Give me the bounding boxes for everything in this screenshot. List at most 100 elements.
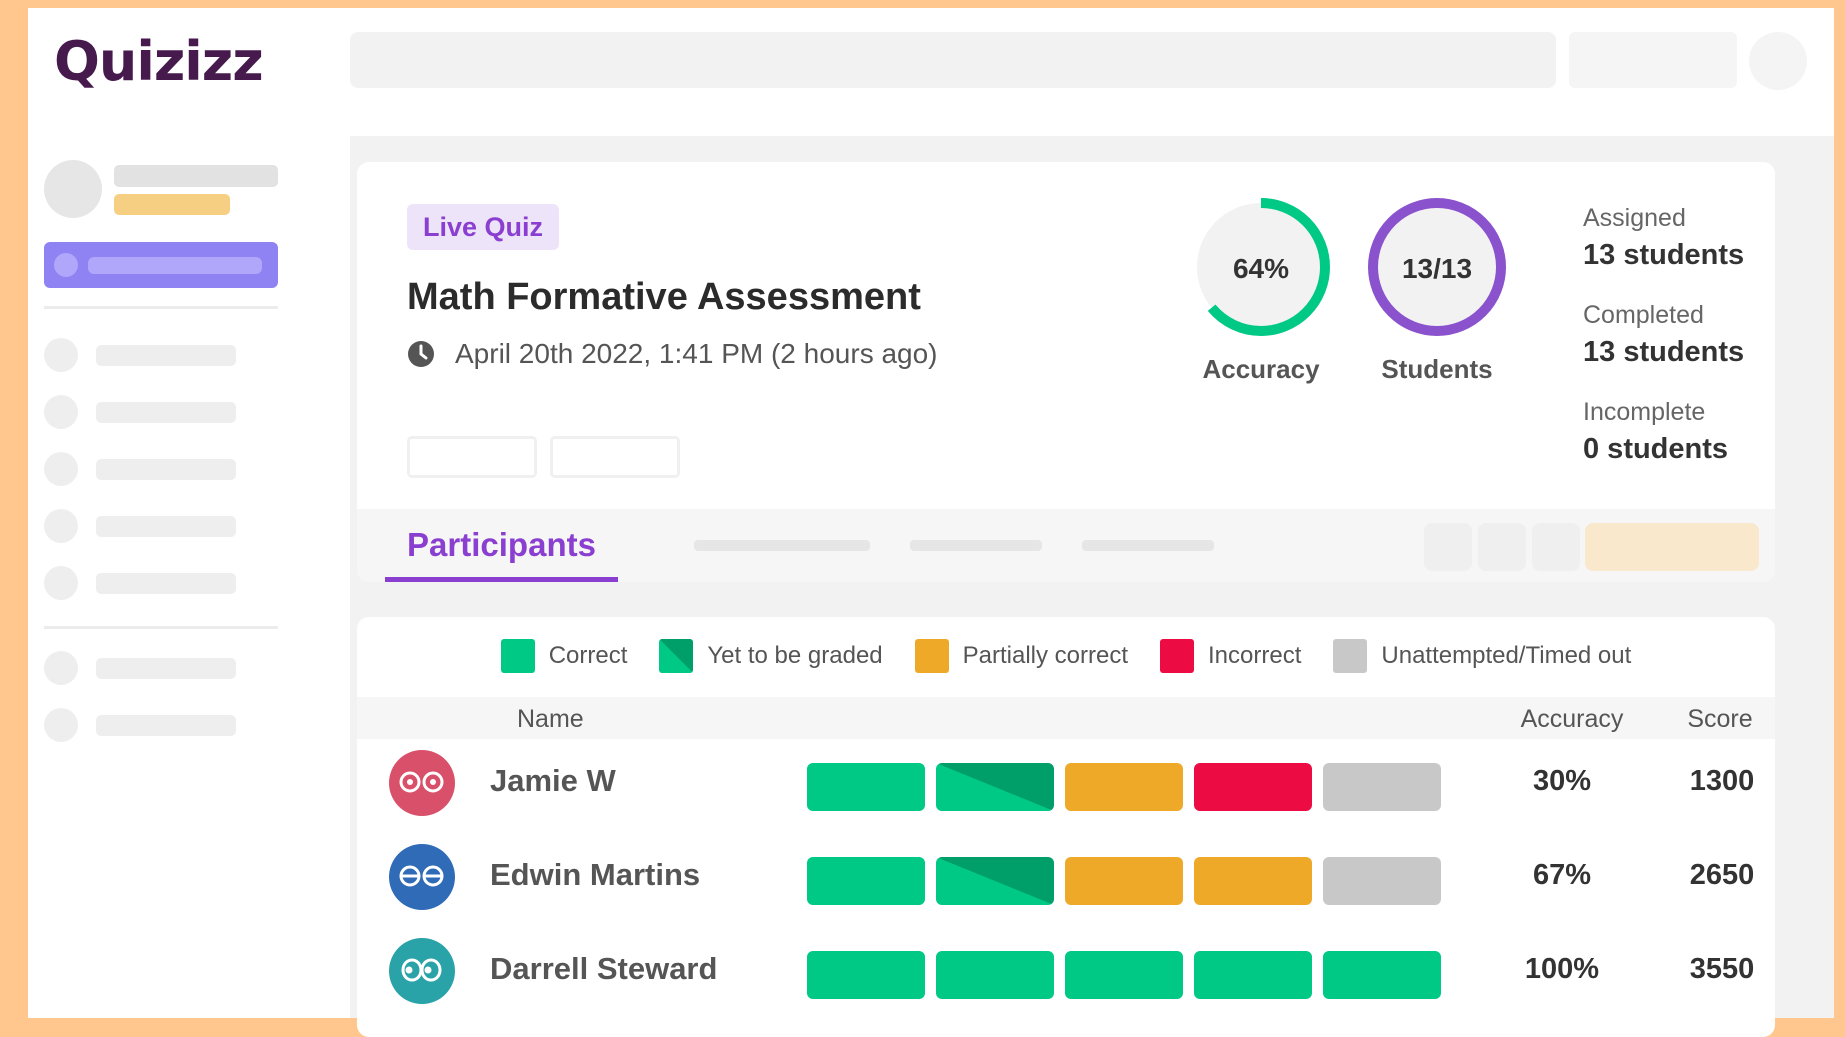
legend-swatch-unattempted	[1333, 639, 1368, 673]
response-block-partial[interactable]	[1194, 857, 1312, 905]
stat-label: Completed	[1583, 301, 1704, 329]
legend-label: Unattempted/Timed out	[1381, 642, 1632, 669]
eyes-round-icon	[389, 750, 455, 821]
response-block-correct[interactable]	[807, 951, 925, 999]
students-summary: 13/13 Students	[1362, 194, 1512, 385]
response-block-partial[interactable]	[1065, 763, 1183, 811]
response-block-unattempted[interactable]	[1323, 763, 1441, 811]
quiz-date: April 20th 2022, 1:41 PM (2 hours ago)	[407, 338, 938, 370]
participant-row[interactable]: Edwin Martins 67% 2650	[357, 839, 1775, 911]
top-action-button-placeholder[interactable]	[1569, 32, 1737, 88]
tab-placeholder[interactable]	[910, 540, 1042, 551]
accuracy-summary: 64% Accuracy	[1186, 194, 1336, 385]
response-blocks	[807, 763, 1452, 811]
response-block-correct[interactable]	[807, 857, 925, 905]
clock-icon	[408, 341, 434, 367]
user-avatar-placeholder[interactable]	[1749, 32, 1807, 90]
sidebar-divider	[44, 306, 278, 309]
sidebar-item-label-placeholder	[96, 402, 236, 423]
participant-accuracy: 100%	[1524, 953, 1600, 985]
response-block-partial[interactable]	[1065, 857, 1183, 905]
response-block-correct[interactable]	[936, 951, 1054, 999]
legend-item: Correct	[500, 639, 628, 673]
students-label: Students	[1381, 354, 1493, 384]
toolbar-button-placeholder[interactable]	[1478, 523, 1526, 571]
participant-name[interactable]: Jamie W	[490, 763, 616, 799]
sidebar-item[interactable]	[44, 651, 278, 685]
sidebar-item[interactable]	[44, 395, 278, 429]
sidebar-item-active[interactable]	[44, 242, 278, 288]
stat-label: Incomplete	[1583, 398, 1706, 426]
participant-row[interactable]: Darrell Steward 100% 3550	[357, 933, 1775, 1005]
sidebar-profile-avatar	[44, 160, 102, 218]
stat-value: 0 students	[1583, 433, 1729, 465]
sidebar-item[interactable]	[44, 566, 278, 600]
tab-placeholder[interactable]	[694, 540, 870, 551]
response-block-incorrect[interactable]	[1194, 763, 1312, 811]
students-ring: 13/13	[1368, 198, 1506, 336]
quiz-type-badge: Live Quiz	[407, 204, 560, 250]
sidebar-item[interactable]	[44, 452, 278, 486]
legend-item: Partially correct	[914, 639, 1129, 673]
participant-name[interactable]: Darrell Steward	[490, 951, 717, 987]
participant-row[interactable]: Jamie W 30% 1300	[357, 745, 1775, 817]
column-header-score[interactable]: Score	[1665, 705, 1775, 734]
legend-label: Partially correct	[962, 642, 1129, 669]
legend-swatch-graded	[659, 639, 694, 673]
quiz-date-text: April 20th 2022, 1:41 PM (2 hours ago)	[455, 338, 938, 369]
sidebar-divider	[44, 626, 278, 629]
toolbar-button-placeholder[interactable]	[1532, 523, 1580, 571]
legend-label: Incorrect	[1208, 642, 1302, 669]
sidebar-item-icon-placeholder	[44, 509, 78, 543]
sidebar-item[interactable]	[44, 509, 278, 543]
tab-placeholder[interactable]	[1082, 540, 1214, 551]
response-block-graded[interactable]	[936, 857, 1054, 905]
sidebar-item-label-placeholder	[96, 516, 236, 537]
legend-item: Unattempted/Timed out	[1333, 639, 1631, 673]
sidebar-item-label-placeholder	[96, 459, 236, 480]
legend-swatch-partial	[914, 639, 949, 673]
response-blocks	[807, 951, 1452, 999]
legend-label: Correct	[548, 642, 628, 669]
response-block-correct[interactable]	[1065, 951, 1183, 999]
tab-participants[interactable]: Participants	[385, 509, 618, 582]
top-search-bar-placeholder[interactable]	[350, 32, 1556, 88]
sidebar-plan-badge-placeholder	[114, 194, 230, 215]
action-button-placeholder[interactable]	[407, 436, 537, 478]
sidebar-item[interactable]	[44, 708, 278, 742]
response-block-correct[interactable]	[1323, 951, 1441, 999]
sidebar-profile-name-placeholder	[114, 165, 278, 187]
sidebar-item-icon-placeholder	[44, 338, 78, 372]
response-block-graded[interactable]	[936, 763, 1054, 811]
stat-assigned: Assigned 13 students	[1583, 204, 1744, 272]
toolbar-primary-button-placeholder[interactable]	[1585, 523, 1759, 571]
response-legend: Correct Yet to be graded Partially corre…	[357, 639, 1775, 673]
sidebar-item-icon-placeholder	[44, 395, 78, 429]
sidebar-item-icon-placeholder	[44, 708, 78, 742]
toolbar-button-placeholder[interactable]	[1424, 523, 1472, 571]
participant-name[interactable]: Edwin Martins	[490, 857, 700, 893]
stat-incomplete: Incomplete 0 students	[1583, 398, 1728, 466]
response-block-correct[interactable]	[1194, 951, 1312, 999]
sidebar-item-icon-placeholder	[44, 452, 78, 486]
participant-score: 3550	[1689, 953, 1755, 985]
students-value: 13/13	[1402, 253, 1472, 284]
legend-item: Incorrect	[1160, 639, 1301, 673]
participant-accuracy: 30%	[1532, 765, 1592, 797]
response-blocks	[807, 857, 1452, 905]
eyes-sleepy-icon	[389, 844, 455, 915]
response-block-unattempted[interactable]	[1323, 857, 1441, 905]
column-header-accuracy[interactable]: Accuracy	[1490, 705, 1654, 734]
sidebar-item[interactable]	[44, 338, 278, 372]
quizizz-logo[interactable]: Quizizz	[54, 30, 264, 93]
column-header-name[interactable]: Name	[517, 705, 584, 734]
sidebar-item-label-placeholder	[96, 715, 236, 736]
response-block-correct[interactable]	[807, 763, 925, 811]
action-button-placeholder[interactable]	[550, 436, 680, 478]
accuracy-value: 64%	[1233, 253, 1289, 284]
participants-card: Correct Yet to be graded Partially corre…	[357, 617, 1775, 1037]
sidebar-item-icon-placeholder	[44, 566, 78, 600]
participant-score: 1300	[1689, 765, 1755, 797]
stat-completed: Completed 13 students	[1583, 301, 1744, 369]
table-header: Name Accuracy Score	[357, 697, 1775, 739]
